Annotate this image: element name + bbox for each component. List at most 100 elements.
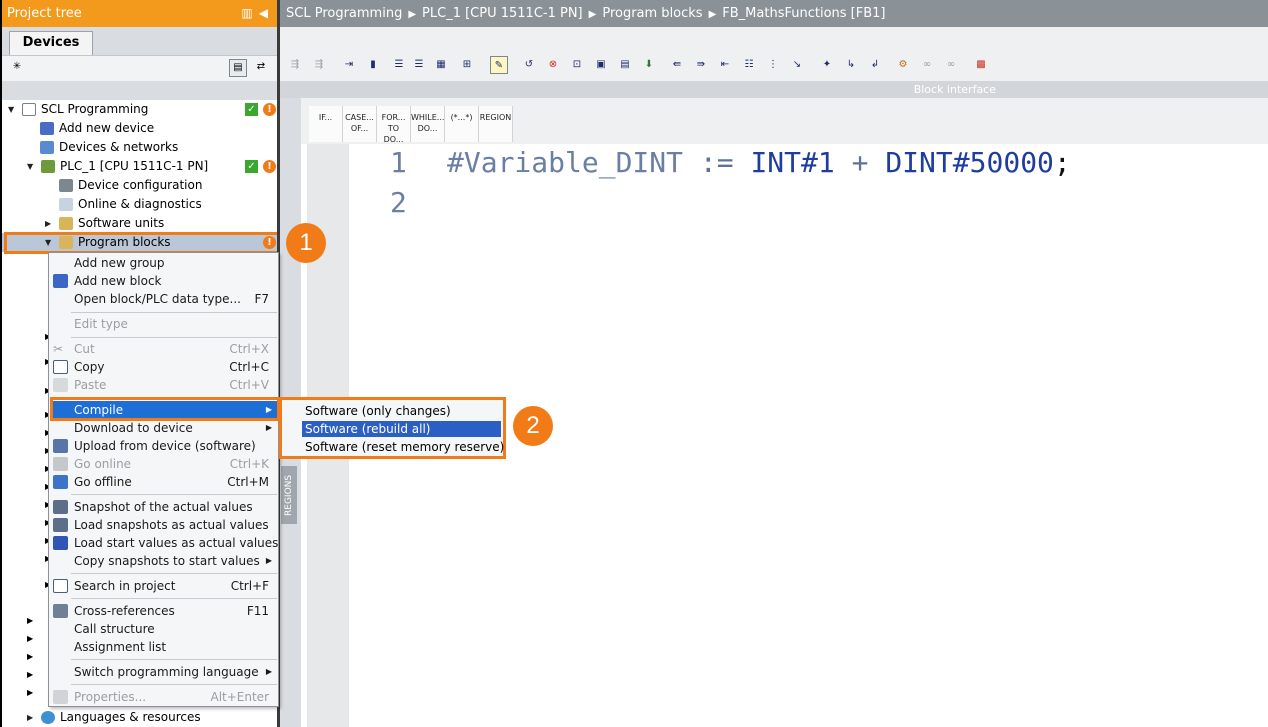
expand-arrow-icon[interactable]: ▼ — [27, 157, 33, 176]
insert-input-icon[interactable]: ⇶ — [286, 56, 304, 74]
menu-open-block[interactable]: Open block/PLC data type... F7 — [50, 290, 278, 308]
list-icon[interactable]: ☷ — [740, 56, 758, 74]
database-icon[interactable]: ▩ — [972, 56, 990, 74]
move-in-icon[interactable]: ⇥ — [340, 56, 358, 74]
new-device-icon[interactable]: ✳ — [8, 59, 26, 77]
submenu-software-only-changes[interactable]: Software (only changes) — [302, 403, 501, 419]
device-config-icon — [59, 179, 73, 192]
auto-complete-icon[interactable]: ✎ — [490, 56, 508, 74]
submenu-arrow-icon: ▶ — [266, 419, 272, 437]
paste-icon — [53, 378, 68, 392]
warning-status-icon: ! — [263, 103, 276, 116]
menu-go-offline[interactable]: Go offline Ctrl+M — [50, 473, 278, 491]
breadcrumb-item[interactable]: PLC_1 [CPU 1511C-1 PN] — [422, 6, 583, 21]
step-icon[interactable]: ↘ — [788, 56, 806, 74]
sync-icon[interactable]: ⇄ — [252, 59, 270, 77]
menu-switch-language[interactable]: Switch programming language ▶ — [50, 663, 278, 681]
detail-view-icon[interactable]: ▤ — [229, 59, 247, 77]
block-interface-label[interactable]: Block interface — [914, 81, 996, 98]
menu-add-new-group[interactable]: Add new group — [50, 254, 278, 272]
menu-paste[interactable]: Paste Ctrl+V — [50, 376, 278, 394]
collapse-left-icon[interactable]: ◀ — [259, 6, 274, 20]
menu-edit-type[interactable]: Edit type — [50, 315, 278, 333]
block-interface-bar[interactable]: Block interface — [280, 81, 1268, 98]
menu-load-start-values[interactable]: Load start values as actual values — [50, 534, 278, 552]
previous-icon[interactable]: ⇚ — [668, 56, 686, 74]
go-to-icon[interactable]: ⇤ — [716, 56, 734, 74]
cross-references-icon — [53, 604, 68, 618]
menu-snapshot[interactable]: Snapshot of the actual values — [50, 498, 278, 516]
menu-cut[interactable]: ✂ Cut Ctrl+X — [50, 340, 278, 358]
uncomment-icon[interactable]: ▤ — [616, 56, 634, 74]
outdent-icon[interactable]: ☰ — [410, 56, 428, 74]
properties-icon — [53, 690, 68, 704]
snippet-region[interactable]: REGION — [479, 106, 513, 142]
tree-column-strip — [2, 81, 280, 100]
comment-icon[interactable]: ▣ — [592, 56, 610, 74]
tree-item-software-units[interactable]: ▶ Software units — [2, 214, 280, 233]
menu-compile[interactable]: Compile ▶ — [50, 401, 278, 419]
highlight-icon[interactable]: ✦ — [818, 56, 836, 74]
breadcrumb-item[interactable]: Program blocks — [602, 6, 702, 21]
menu-search-in-project[interactable]: Search in project Ctrl+F — [50, 577, 278, 595]
tree-item-languages-resources[interactable]: ▶ Languages & resources — [2, 708, 280, 727]
toggle-comment-icon[interactable]: ⊡ — [568, 56, 586, 74]
code-line[interactable]: #Variable_DINT := INT#1 + DINT#50000; — [447, 146, 1071, 179]
regions-tab[interactable]: REGIONS — [281, 466, 297, 524]
tree-item-device-configuration[interactable]: Device configuration — [2, 176, 280, 195]
menu-load-snapshots[interactable]: Load snapshots as actual values — [50, 516, 278, 534]
menu-assignment-list[interactable]: Assignment list — [50, 638, 278, 656]
tree-item-online-diagnostics[interactable]: Online & diagnostics — [2, 195, 280, 214]
breakpoint-icon[interactable]: ↺ — [520, 56, 538, 74]
breadcrumb-item[interactable]: SCL Programming — [286, 6, 402, 21]
tree-item-plc-1[interactable]: ▼ PLC_1 [CPU 1511C-1 PN] ✓ ! — [2, 157, 280, 176]
snippet-if[interactable]: IF... — [309, 106, 343, 142]
tree-item-program-blocks[interactable]: ▼ Program blocks ! — [2, 233, 280, 252]
submenu-software-rebuild-all[interactable]: Software (rebuild all) — [302, 421, 501, 437]
snippet-for[interactable]: FOR...TO DO... — [377, 106, 411, 142]
menu-upload-from-device[interactable]: Upload from device (software) — [50, 437, 278, 455]
monitor-icon[interactable]: ⊞ — [458, 56, 476, 74]
menu-copy[interactable]: Copy Ctrl+C — [50, 358, 278, 376]
menu-add-new-block[interactable]: Add new block — [50, 272, 278, 290]
return-icon[interactable]: ↲ — [866, 56, 884, 74]
search-icon — [53, 579, 68, 593]
glasses-off-icon[interactable]: ∞ — [942, 56, 960, 74]
delete-input-icon[interactable]: ⇶ — [310, 56, 328, 74]
snippet-comment[interactable]: (*...*) — [445, 106, 479, 142]
snippet-case[interactable]: CASE...OF... — [343, 106, 377, 142]
reset-icon[interactable]: ▮ — [364, 56, 382, 74]
expand-arrow-icon[interactable]: ▶ — [27, 708, 33, 727]
submenu-arrow-icon: ▶ — [266, 552, 272, 570]
go-offline-icon — [53, 475, 68, 489]
menu-call-structure[interactable]: Call structure — [50, 620, 278, 638]
bookmark-icon[interactable]: ▦ — [432, 56, 450, 74]
collapsed-arrow-icon: ▶ — [27, 616, 33, 625]
glasses-icon[interactable]: ∞ — [918, 56, 936, 74]
step-badge-1: 1 — [286, 223, 326, 263]
tab-devices[interactable]: Devices — [9, 31, 93, 55]
submenu-software-reset-memory[interactable]: Software (reset memory reserve) — [302, 439, 501, 455]
split-view-icon[interactable]: ▥ — [241, 6, 258, 20]
tree-item-devices-networks[interactable]: Devices & networks — [2, 138, 280, 157]
tree-item-add-new-device[interactable]: Add new device — [2, 119, 280, 138]
expand-arrow-icon[interactable]: ▼ — [8, 100, 14, 119]
expand-arrow-icon[interactable]: ▶ — [45, 214, 51, 233]
expand-arrow-icon[interactable]: ▼ — [45, 233, 51, 252]
arrow-down-icon[interactable]: ⬇ — [640, 56, 658, 74]
menu-download-to-device[interactable]: Download to device ▶ — [50, 419, 278, 437]
tree-item-scl-programming[interactable]: ▼ SCL Programming ✓ ! — [2, 100, 280, 119]
indent-icon[interactable]: ☰ — [390, 56, 408, 74]
delete-breakpoint-icon[interactable]: ⊗ — [544, 56, 562, 74]
next-icon[interactable]: ⇛ — [692, 56, 710, 74]
menu-copy-snapshots[interactable]: Copy snapshots to start values ▶ — [50, 552, 278, 570]
list-bold-icon[interactable]: ⋮ — [764, 56, 782, 74]
tools-icon[interactable]: ⚙ — [894, 56, 912, 74]
snippet-while[interactable]: WHILE...DO... — [411, 106, 445, 142]
menu-go-online[interactable]: Go online Ctrl+K — [50, 455, 278, 473]
project-tree-header: Project tree ▥◀ — [2, 0, 280, 27]
menu-cross-references[interactable]: Cross-references F11 — [50, 602, 278, 620]
breadcrumb-item[interactable]: FB_MathsFunctions [FB1] — [722, 6, 885, 21]
menu-properties[interactable]: Properties... Alt+Enter — [50, 688, 278, 706]
call-icon[interactable]: ↳ — [842, 56, 860, 74]
